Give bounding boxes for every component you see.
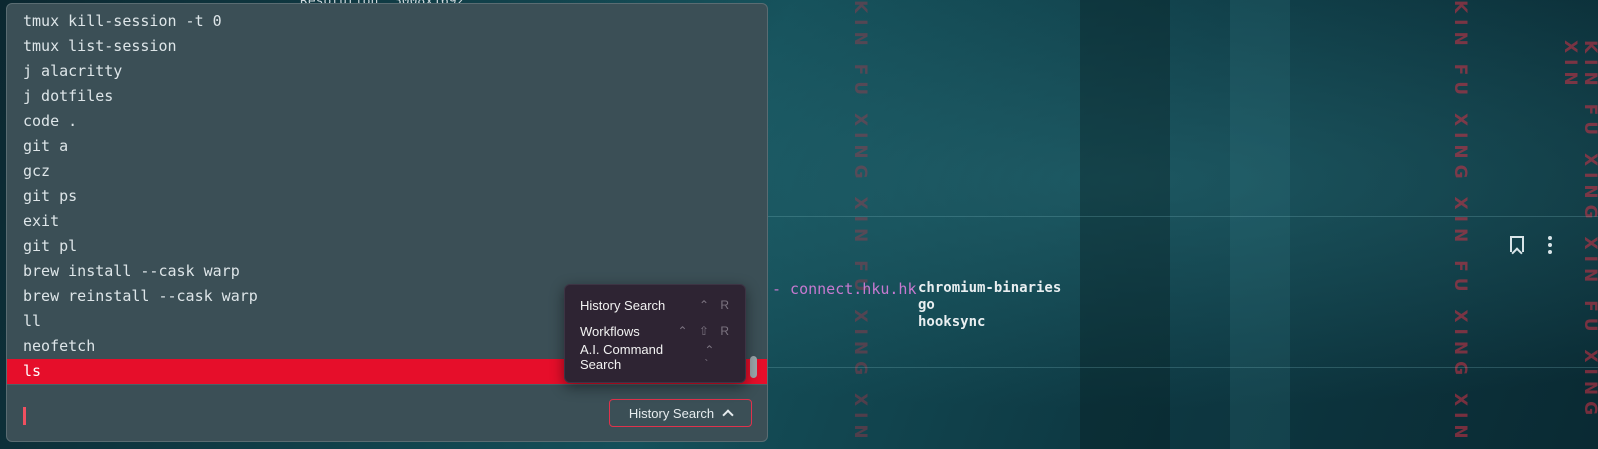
chevron-up-icon (722, 409, 734, 421)
history-item[interactable]: brew install --cask warp (7, 259, 767, 284)
background-decoration: KIN FU XING XIN FU XING XIN (1450, 0, 1470, 445)
bookmark-icon[interactable] (1510, 236, 1524, 252)
keyboard-shortcut: ⌃ ⇧ R (677, 324, 733, 338)
keyboard-shortcut: ⌃ ` (704, 343, 719, 371)
history-item[interactable]: j alacritty (7, 59, 767, 84)
menu-item[interactable]: A.I. Command Search ⌃ ` (565, 342, 745, 372)
background-shade (1080, 0, 1170, 449)
output-line: hooksync (918, 314, 986, 330)
history-item[interactable]: git ps (7, 184, 767, 209)
background-decoration: KIN FU XING XIN FU XING XIN (1560, 40, 1598, 422)
text-cursor (23, 407, 26, 425)
block-divider (760, 216, 1598, 217)
output-line: go (918, 297, 935, 313)
prompt-text: - connect.hku.hk (772, 280, 917, 298)
menu-item[interactable]: Workflows ⌃ ⇧ R (565, 318, 745, 344)
history-item[interactable]: tmux kill-session -t 0 (7, 9, 767, 34)
command-input-area[interactable]: History Search (7, 384, 767, 441)
keyboard-shortcut: ⌃ R (698, 298, 733, 312)
menu-item[interactable]: History Search ⌃ R (565, 292, 745, 318)
menu-item-label: History Search (580, 297, 666, 313)
history-item[interactable]: gcz (7, 159, 767, 184)
history-item[interactable]: exit (7, 209, 767, 234)
history-item[interactable]: j dotfiles (7, 84, 767, 109)
search-mode-label: History Search (628, 405, 715, 421)
menu-item-label: Workflows (580, 323, 640, 339)
background-shade (1230, 0, 1290, 449)
history-item[interactable]: tmux list-session (7, 34, 767, 59)
menu-item-label: A.I. Command Search (580, 342, 664, 372)
history-item[interactable]: git pl (7, 234, 767, 259)
search-mode-menu: History Search ⌃ R Workflows ⌃ ⇧ R A.I. Comm… (564, 284, 746, 383)
history-item[interactable]: code . (7, 109, 767, 134)
background-decoration: KIN FU XING XIN FU XING XIN (850, 0, 870, 445)
more-options-icon[interactable] (1548, 236, 1552, 257)
output-line: chromium-binaries (918, 280, 1062, 296)
block-divider (760, 367, 1598, 368)
history-item[interactable]: git a (7, 134, 767, 159)
search-mode-button[interactable]: History Search (609, 399, 752, 427)
command-output: chromium-binaries go hooksync (918, 280, 1061, 331)
scrollbar[interactable] (750, 356, 757, 378)
